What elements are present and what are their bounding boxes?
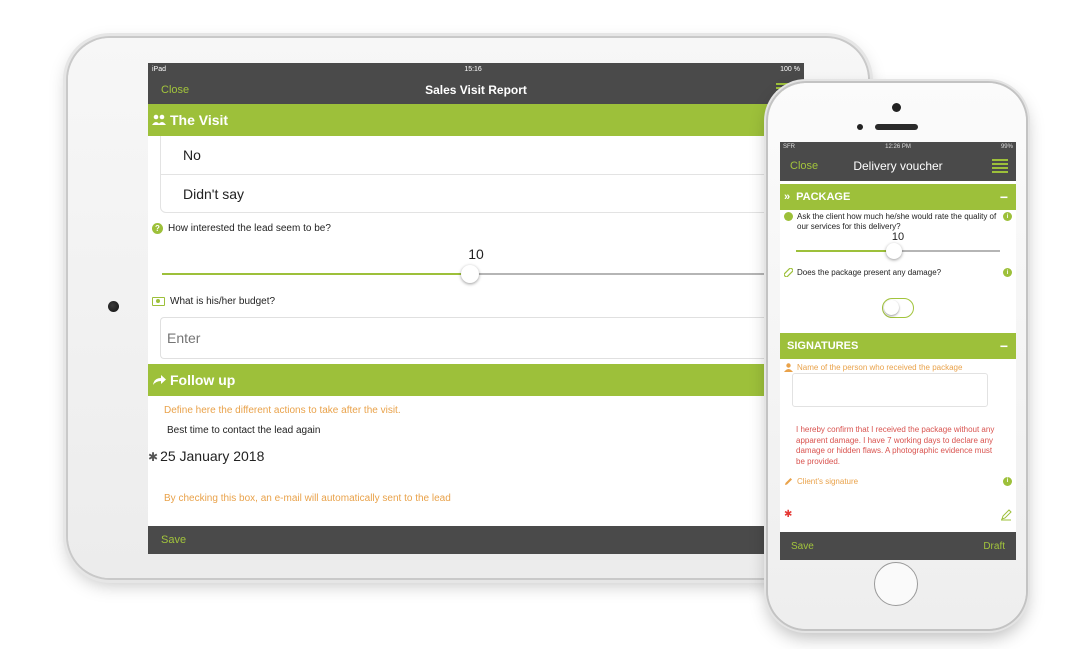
section-follow-up[interactable]: Follow up	[148, 364, 804, 396]
interest-question-text: How interested the lead seem to be?	[168, 223, 331, 234]
contact-date-value: 25 January 2018	[160, 448, 265, 464]
section-signatures[interactable]: SIGNATURES −	[780, 332, 1016, 359]
home-button[interactable]	[874, 562, 918, 606]
collapse-icon[interactable]: −	[1000, 189, 1008, 205]
phone-status-bar: SFR 12:26 PM 99%	[780, 142, 1016, 151]
status-time: 15:16	[464, 65, 482, 73]
budget-question: What is his/her budget?	[148, 296, 804, 307]
slider-fill	[162, 273, 471, 275]
status-device: iPad	[152, 65, 167, 73]
bandage-icon	[784, 268, 793, 278]
pencil-icon	[785, 477, 792, 485]
phone-bottom-toolbar: Save Draft	[780, 532, 1016, 560]
section-title: The Visit	[170, 112, 229, 128]
page-title: Sales Visit Report	[425, 82, 527, 97]
info-icon[interactable]: i	[1003, 268, 1012, 278]
budget-question-text: What is his/her budget?	[170, 296, 276, 307]
status-battery: 99%	[1000, 143, 1013, 150]
phone-front-camera	[892, 103, 901, 112]
collapse-icon[interactable]: −	[1000, 338, 1008, 354]
phone-sensor	[857, 124, 863, 130]
damage-question: Does the package present any damage? i	[780, 268, 1016, 278]
hamburger-menu-icon[interactable]	[992, 158, 1008, 175]
status-carrier: SFR	[783, 143, 795, 150]
signature-label: Client's signature	[797, 476, 859, 486]
tablet-bottom-toolbar: Save	[148, 526, 804, 554]
section-title: Follow up	[170, 372, 236, 388]
option-no[interactable]: No	[161, 136, 793, 174]
close-button[interactable]: Close	[161, 84, 189, 96]
save-button[interactable]: Save	[791, 541, 814, 552]
interest-slider[interactable]	[162, 264, 804, 284]
section-the-visit[interactable]: The Visit	[148, 104, 804, 136]
confirmation-text: I hereby confirm that I received the pac…	[796, 425, 995, 466]
section-title: PACKAGE	[796, 191, 851, 203]
email-hint: By checking this box, an e-mail will aut…	[164, 493, 451, 504]
section-title: SIGNATURES	[787, 339, 859, 352]
draft-button[interactable]: Draft	[983, 541, 1005, 552]
slider-thumb[interactable]	[461, 265, 480, 283]
user-icon	[784, 363, 793, 372]
money-icon	[152, 297, 165, 306]
signature-label-row: Client's signature i	[780, 476, 1016, 487]
phone-speaker	[875, 124, 918, 130]
rating-question: Ask the client how much he/she would rat…	[780, 212, 1016, 231]
toggle-knob	[884, 299, 899, 315]
receiver-label-row: Name of the person who received the pack…	[780, 363, 1016, 373]
slider-fill	[796, 250, 894, 253]
phone-screen: SFR 12:26 PM 99% Close Delivery voucher …	[780, 142, 1016, 560]
follow-up-hint: Define here the different actions to tak…	[164, 405, 401, 416]
rating-question-text: Ask the client how much he/she would rat…	[797, 212, 997, 231]
receiver-name-input[interactable]	[792, 373, 988, 408]
question-icon: ?	[152, 223, 163, 234]
damage-question-text: Does the package present any damage?	[797, 268, 942, 278]
rating-slider[interactable]	[796, 243, 1000, 260]
slider-thumb[interactable]	[885, 243, 902, 260]
info-icon[interactable]: i	[1003, 212, 1012, 221]
rating-slider-value: 10	[891, 231, 905, 244]
heart-icon	[784, 212, 793, 221]
double-chevron-right-icon: »	[784, 191, 791, 203]
damage-toggle[interactable]	[882, 297, 914, 318]
users-icon	[152, 114, 166, 125]
tablet-screen: iPad 15:16 100 % Close Sales Visit Repor…	[148, 63, 804, 554]
status-time: 12:26 PM	[885, 143, 911, 150]
info-icon[interactable]: i	[1003, 476, 1012, 486]
interest-slider-value: 10	[468, 246, 484, 262]
tablet-status-bar: iPad 15:16 100 %	[148, 63, 804, 75]
save-button[interactable]: Save	[161, 534, 186, 546]
contact-date-field[interactable]: ✱ 25 January 2018	[148, 448, 804, 464]
close-button[interactable]: Close	[790, 160, 818, 172]
interest-question: ? How interested the lead seem to be?	[148, 223, 804, 234]
required-asterisk-icon: ✱	[148, 450, 159, 464]
signature-pen-icon[interactable]	[1000, 508, 1012, 521]
tablet-camera	[108, 301, 119, 312]
phone-nav-bar: Close Delivery voucher	[780, 151, 1016, 181]
receiver-label: Name of the person who received the pack…	[797, 362, 963, 372]
page-title: Delivery voucher	[853, 159, 943, 173]
contact-label: Best time to contact the lead again	[167, 425, 321, 436]
status-battery: 100 %	[780, 65, 800, 73]
answer-options: No Didn't say	[160, 136, 794, 213]
required-asterisk-icon: ✱	[784, 508, 793, 520]
signature-pad-row[interactable]: ✱	[780, 509, 1016, 521]
share-arrow-icon	[153, 375, 166, 385]
budget-input[interactable]	[160, 317, 804, 359]
section-package[interactable]: » PACKAGE −	[780, 184, 1016, 210]
option-didnt-say[interactable]: Didn't say	[161, 174, 793, 212]
tablet-nav-bar: Close Sales Visit Report	[148, 75, 804, 104]
